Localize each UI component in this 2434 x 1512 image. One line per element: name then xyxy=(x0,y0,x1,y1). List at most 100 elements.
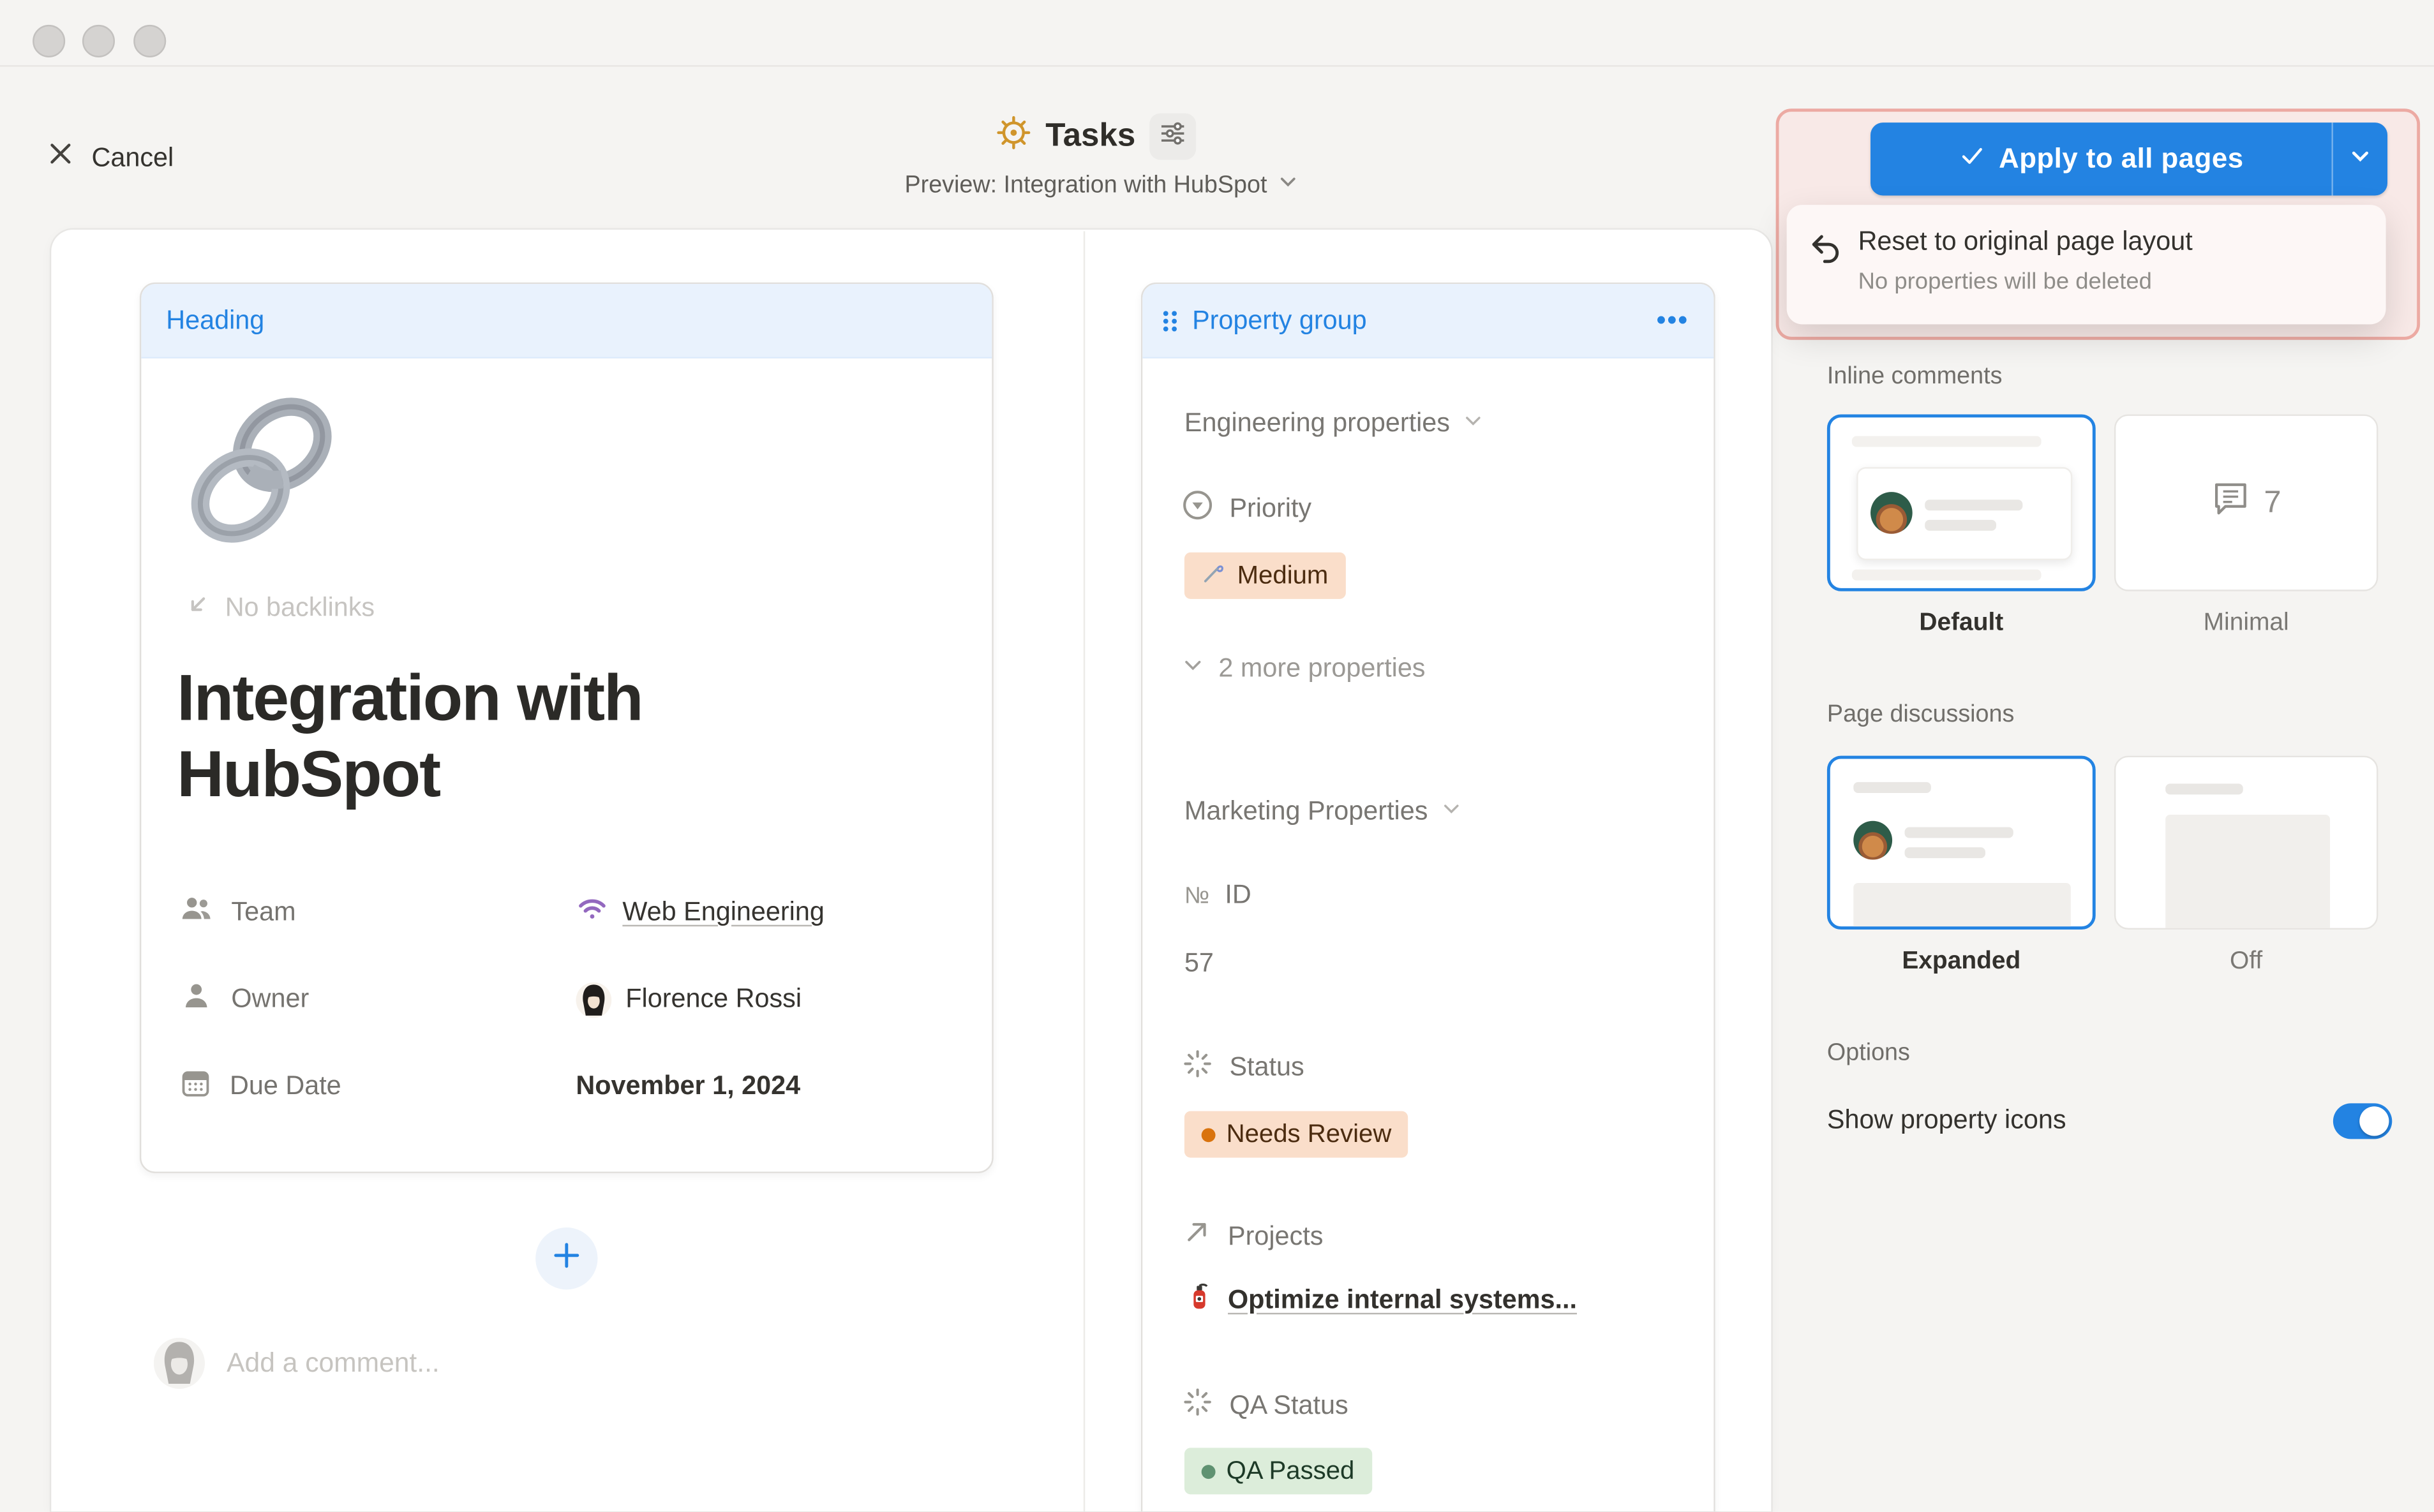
projects-value-row[interactable]: Optimize internal systems... xyxy=(1184,1282,1577,1319)
discussions-expanded-label: Expanded xyxy=(1827,948,2096,976)
comment-avatar xyxy=(1870,492,1913,534)
due-date-value[interactable]: November 1, 2024 xyxy=(576,1071,800,1102)
more-properties-toggle[interactable]: 2 more properties xyxy=(1181,653,1425,685)
close-icon xyxy=(47,140,75,175)
property-group-label: Property group xyxy=(1192,305,1367,336)
options-heading: Options xyxy=(1827,1040,1910,1068)
status-value-tag: Needs Review xyxy=(1184,1111,1408,1158)
chevron-down-icon xyxy=(1181,653,1204,685)
close-window-button[interactable] xyxy=(33,25,65,57)
check-icon xyxy=(1959,142,1985,177)
marketing-properties-toggle[interactable]: Marketing Properties xyxy=(1184,796,1462,827)
engineering-properties-toggle[interactable]: Engineering properties xyxy=(1184,408,1484,440)
id-label: ID xyxy=(1225,880,1251,911)
show-property-icons-label: Show property icons xyxy=(1827,1105,2066,1136)
toggle-knob xyxy=(2359,1106,2389,1136)
chevron-down-icon xyxy=(2348,144,2371,175)
show-property-icons-toggle[interactable] xyxy=(2333,1103,2392,1139)
arrow-up-right-icon xyxy=(1181,1217,1213,1256)
marketing-properties-label: Marketing Properties xyxy=(1184,796,1428,827)
team-value-link[interactable]: Web Engineering xyxy=(622,897,824,928)
green-dot-icon xyxy=(1202,1464,1216,1478)
apply-dropdown-button[interactable] xyxy=(2333,122,2387,195)
id-row: № ID xyxy=(1184,880,1251,911)
block-more-button[interactable]: ••• xyxy=(1657,305,1689,336)
heading-block-label: Heading xyxy=(166,305,264,336)
inline-minimal-label: Minimal xyxy=(2114,610,2378,638)
drag-handle-icon[interactable] xyxy=(1161,308,1178,333)
cancel-label: Cancel xyxy=(92,142,174,174)
backlinks-row[interactable]: No backlinks xyxy=(184,591,375,626)
property-group-card[interactable]: Property group ••• Engineering propertie… xyxy=(1141,283,1715,1511)
titlebar xyxy=(0,0,2434,67)
qa-status-value-tag: QA Passed xyxy=(1184,1448,1371,1494)
priority-icon xyxy=(1181,489,1214,529)
priority-value: Medium xyxy=(1237,561,1329,590)
chevron-down-icon xyxy=(1440,797,1462,826)
discussions-off-label: Off xyxy=(2114,948,2378,976)
app-window: Cancel Tasks Preview: Integration with H… xyxy=(0,0,2434,1511)
owner-label: Owner xyxy=(231,984,309,1015)
person-icon xyxy=(179,977,214,1021)
backlink-arrow-icon xyxy=(184,591,211,626)
helm-wheel-icon xyxy=(996,115,1031,158)
view-settings-button[interactable] xyxy=(1149,114,1196,160)
priority-row: Priority xyxy=(1181,489,1311,529)
priority-label: Priority xyxy=(1229,494,1311,525)
cancel-button[interactable]: Cancel xyxy=(47,140,174,175)
preview-selector[interactable]: Preview: Integration with HubSpot xyxy=(904,171,1299,200)
heading-block-card[interactable]: Heading No backlinks Integration with Hu… xyxy=(140,283,994,1173)
apply-to-all-pages-button[interactable]: Apply to all pages xyxy=(1870,122,2387,195)
sliders-icon xyxy=(1157,117,1188,156)
people-icon xyxy=(179,891,214,934)
engineering-properties-label: Engineering properties xyxy=(1184,408,1450,440)
status-label: Status xyxy=(1229,1052,1304,1083)
inline-default-label: Default xyxy=(1827,610,2096,638)
projects-row: Projects xyxy=(1181,1217,1323,1256)
property-row-team: Team Web Engineering xyxy=(179,889,955,936)
page-discussions-off-option[interactable] xyxy=(2114,756,2378,930)
numero-icon: № xyxy=(1184,882,1209,908)
team-label: Team xyxy=(231,897,295,928)
preview-label: Preview: Integration with HubSpot xyxy=(904,172,1267,200)
discussion-avatar xyxy=(1853,821,1892,860)
inline-comments-minimal-option[interactable]: 7 xyxy=(2114,414,2378,591)
orange-dot-icon xyxy=(1202,1127,1216,1141)
plus-icon xyxy=(551,1239,582,1278)
property-row-owner: Owner Florence Rossi xyxy=(179,976,955,1023)
chains-emoji-icon xyxy=(175,383,349,565)
minimize-window-button[interactable] xyxy=(82,25,115,57)
more-properties-label: 2 more properties xyxy=(1218,653,1425,685)
page-title: Integration with HubSpot xyxy=(177,660,922,812)
reset-subtitle: No properties will be deleted xyxy=(1858,269,2152,295)
projects-value-link[interactable]: Optimize internal systems... xyxy=(1228,1285,1577,1316)
inline-comments-default-option[interactable] xyxy=(1827,414,2096,591)
comment-preview-card xyxy=(1856,467,2072,560)
status-spinner-icon xyxy=(1181,1048,1214,1088)
doc-title: Tasks xyxy=(1045,118,1135,155)
wifi-icon xyxy=(576,893,608,933)
heading-block-header[interactable]: Heading xyxy=(141,284,992,359)
zoom-window-button[interactable] xyxy=(133,25,166,57)
priority-value-tag: Medium xyxy=(1184,552,1345,599)
backlinks-label: No backlinks xyxy=(225,593,375,624)
page-discussions-heading: Page discussions xyxy=(1827,701,2014,729)
property-group-header[interactable]: Property group ••• xyxy=(1142,284,1714,359)
reset-to-original-menu-item[interactable]: Reset to original page layout No propert… xyxy=(1787,205,2386,324)
commenter-avatar xyxy=(154,1338,205,1389)
qa-status-label: QA Status xyxy=(1229,1390,1348,1421)
status-value: Needs Review xyxy=(1227,1120,1392,1149)
doc-title-row: Tasks xyxy=(996,114,1196,160)
owner-value[interactable]: Florence Rossi xyxy=(625,984,802,1015)
comment-placeholder: Add a comment... xyxy=(227,1347,440,1379)
page-discussions-expanded-option[interactable] xyxy=(1827,756,2096,930)
comment-count: 7 xyxy=(2264,485,2281,521)
status-row: Status xyxy=(1181,1048,1304,1088)
chevron-down-icon xyxy=(1278,171,1299,200)
chevron-down-icon xyxy=(1462,409,1484,438)
comment-input-row[interactable]: Add a comment... xyxy=(154,1338,440,1389)
add-block-button[interactable] xyxy=(535,1227,597,1289)
property-row-due-date: Due Date November 1, 2024 xyxy=(179,1063,955,1109)
calendar-icon xyxy=(179,1065,213,1108)
fire-extinguisher-icon xyxy=(1184,1282,1214,1319)
